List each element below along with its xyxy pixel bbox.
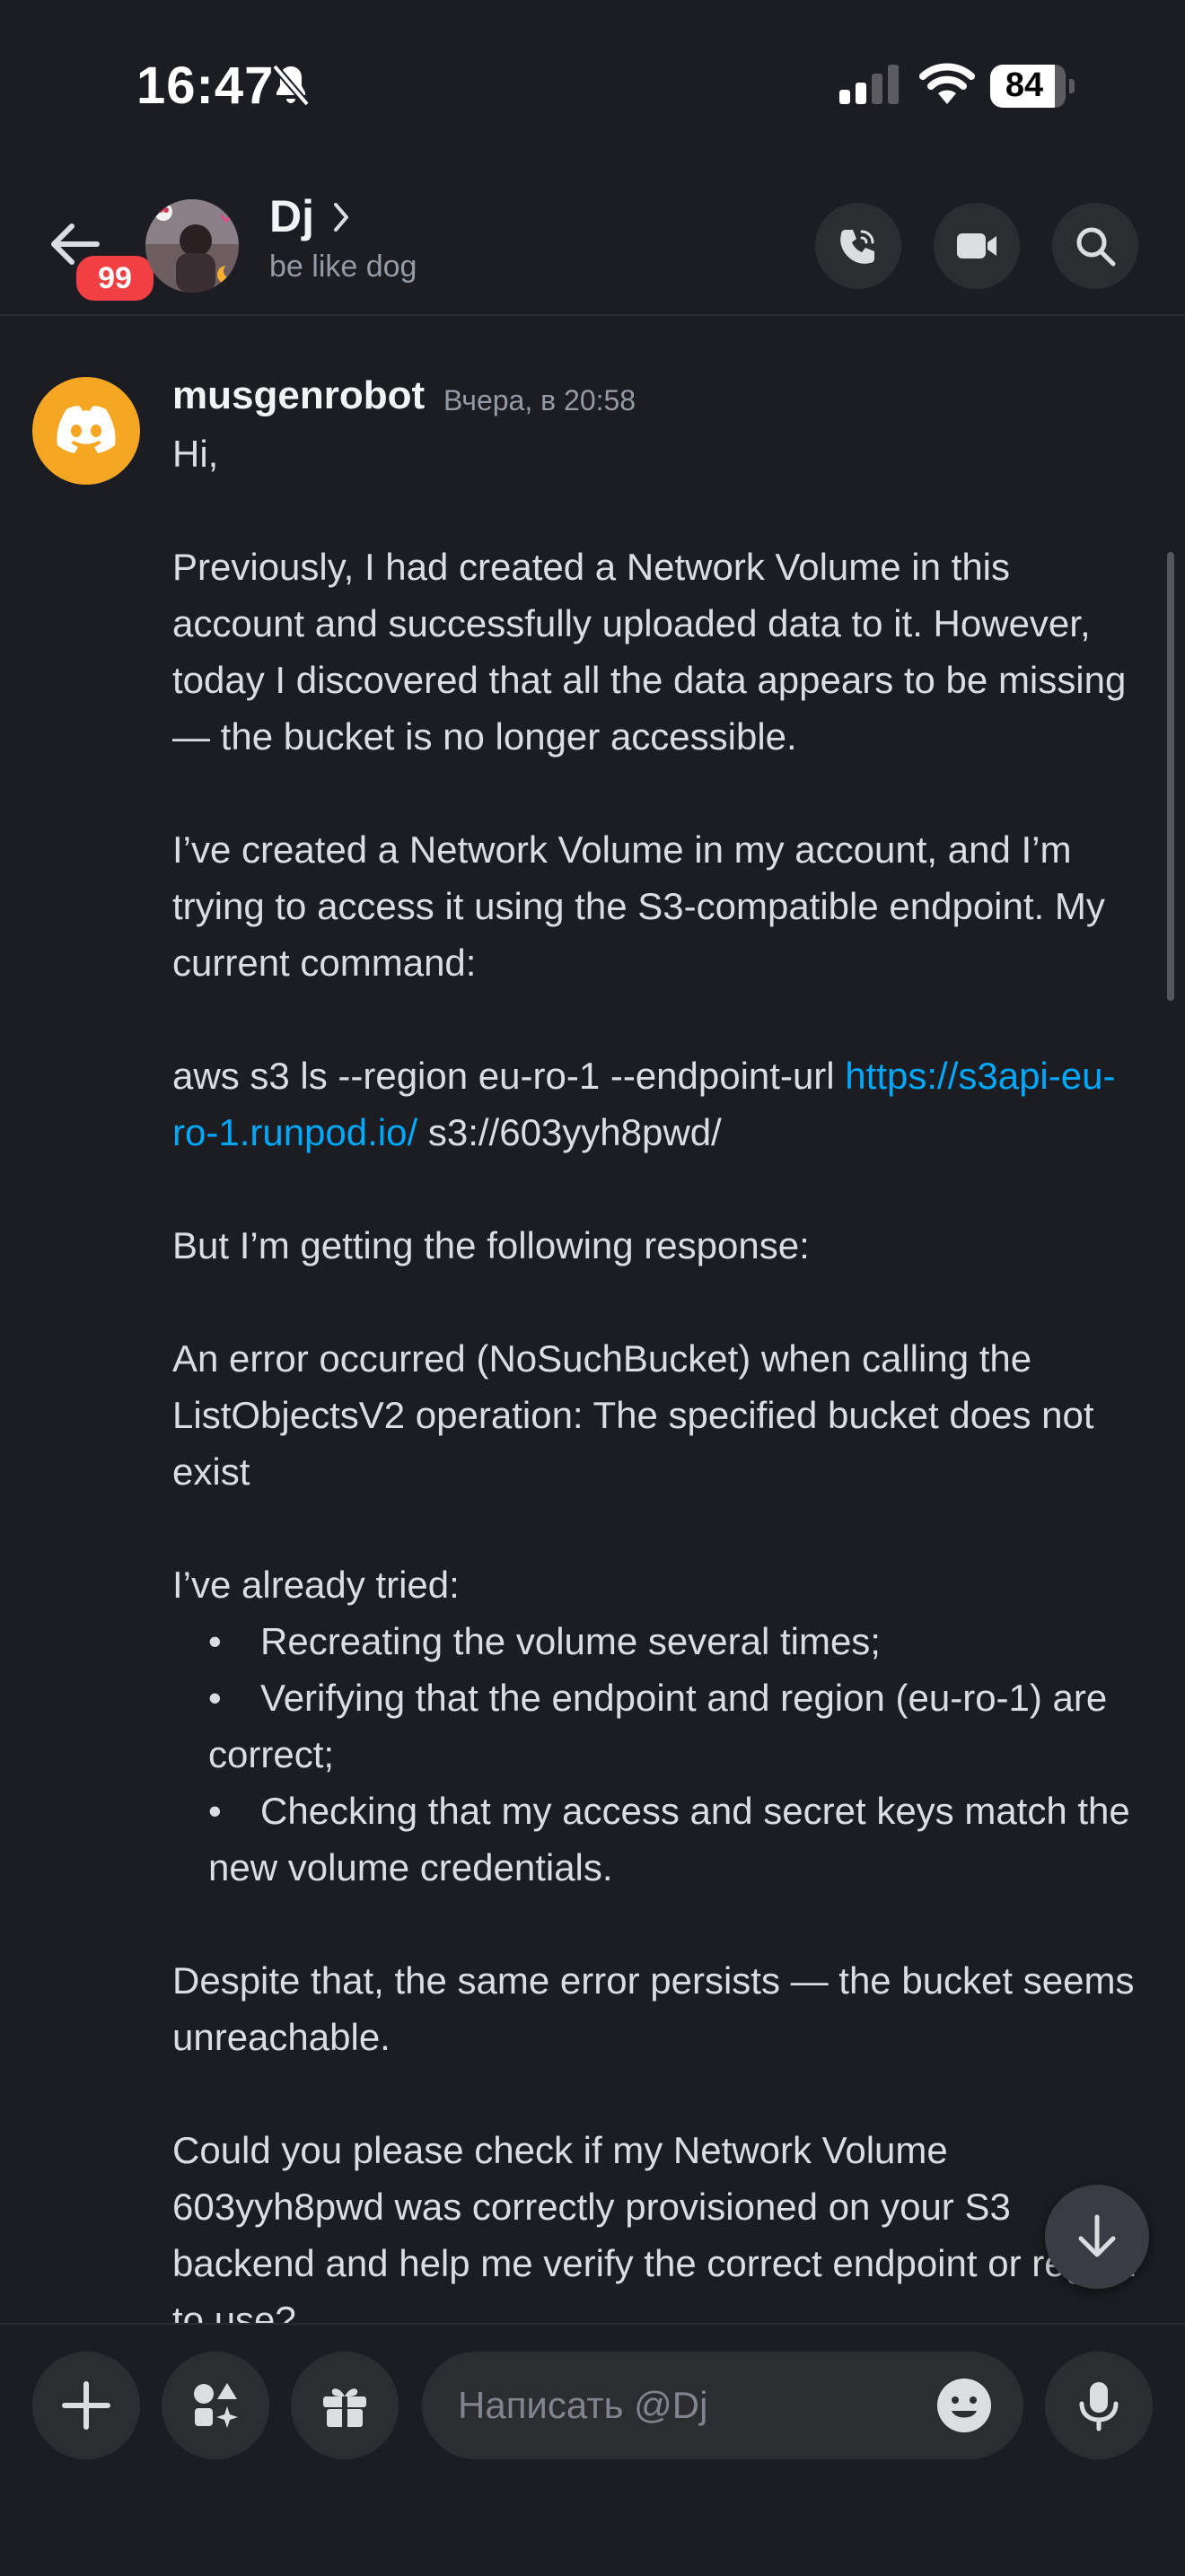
message-paragraph: I’ve created a Network Volume in my acco… bbox=[172, 828, 1105, 984]
command-text-end: s3://603yyh8pwd/ bbox=[417, 1111, 722, 1153]
list-item: • Recreating the volume several times; bbox=[172, 1613, 1151, 1669]
unread-badge: 99 bbox=[72, 251, 158, 305]
composer-bar: Написать @Dj bbox=[0, 2323, 1185, 2576]
jump-to-latest-button[interactable] bbox=[1045, 2185, 1149, 2289]
bullet-marker: • bbox=[208, 1620, 222, 1662]
emoji-icon[interactable] bbox=[935, 2377, 993, 2439]
message-paragraph: But I’m getting the following response: bbox=[172, 1224, 810, 1266]
voice-message-button[interactable] bbox=[1045, 2352, 1153, 2459]
avatar[interactable] bbox=[145, 199, 239, 293]
message-paragraph: I’ve already tried: bbox=[172, 1564, 460, 1606]
conversation-status: be like dog bbox=[269, 250, 417, 284]
search-icon bbox=[1076, 227, 1116, 267]
message-paragraph: Hi, bbox=[172, 433, 219, 475]
gift-icon bbox=[323, 2388, 366, 2427]
message-timestamp: Вчера, в 20:58 bbox=[443, 384, 636, 416]
scrollbar[interactable] bbox=[1167, 552, 1174, 1001]
video-camera-icon bbox=[957, 233, 996, 258]
cellular-signal-icon bbox=[839, 65, 900, 109]
command-text: aws s3 ls --region eu-ro-1 --endpoint-ur… bbox=[172, 1055, 846, 1097]
message-paragraph: Despite that, the same error persists — … bbox=[172, 1959, 1135, 2058]
bot-avatar[interactable] bbox=[32, 377, 140, 485]
chevron-right-icon[interactable] bbox=[330, 201, 352, 238]
message-paragraph: An error occurred (NoSuchBucket) when ca… bbox=[172, 1337, 1094, 1493]
message-content: Hi, Previously, I had created a Network … bbox=[172, 425, 1151, 2348]
gift-button[interactable] bbox=[291, 2352, 399, 2459]
message-paragraph: Previously, I had created a Network Volu… bbox=[172, 546, 1127, 758]
message-input-placeholder: Написать @Dj bbox=[458, 2384, 708, 2426]
list-item: • Verifying that the endpoint and region … bbox=[172, 1669, 1151, 1783]
search-button[interactable] bbox=[1052, 203, 1138, 289]
command-line: aws s3 ls --region eu-ro-1 --endpoint-ur… bbox=[172, 1047, 1151, 1161]
list-item-text: Recreating the volume several times; bbox=[260, 1620, 881, 1662]
battery-level: 84 bbox=[1005, 66, 1044, 104]
video-call-button[interactable] bbox=[934, 203, 1020, 289]
apps-button[interactable] bbox=[162, 2352, 269, 2459]
wifi-icon bbox=[918, 63, 976, 110]
list-item-text: Verifying that the endpoint and region (… bbox=[208, 1677, 1108, 1775]
list-item-text: Checking that my access and secret keys … bbox=[208, 1790, 1130, 1888]
bell-muted-icon bbox=[269, 63, 312, 114]
apps-icon bbox=[194, 2383, 238, 2428]
bullet-marker: • bbox=[208, 1790, 222, 1832]
message-input[interactable]: Написать @Dj bbox=[422, 2352, 1023, 2459]
attach-button[interactable] bbox=[32, 2352, 140, 2459]
discord-logo-icon bbox=[57, 406, 116, 453]
message-paragraph: Could you please check if my Network Vol… bbox=[172, 2129, 1137, 2341]
bullet-marker: • bbox=[208, 1677, 222, 1719]
message-author[interactable]: musgenrobot bbox=[172, 373, 425, 418]
plus-icon bbox=[62, 2381, 110, 2430]
microphone-icon bbox=[1079, 2382, 1119, 2431]
list-item: • Checking that my access and secret keys… bbox=[172, 1783, 1151, 1896]
status-bar: 16:47 84 bbox=[0, 0, 1185, 171]
status-time: 16:47 bbox=[136, 57, 275, 115]
arrow-down-icon bbox=[1078, 2214, 1116, 2257]
conversation-name[interactable]: Dj bbox=[269, 190, 314, 242]
phone-icon bbox=[840, 230, 874, 264]
battery-indicator: 84 bbox=[990, 65, 1075, 108]
call-button[interactable] bbox=[815, 203, 901, 289]
chat-header: 99 Dj be like dog bbox=[0, 171, 1185, 316]
